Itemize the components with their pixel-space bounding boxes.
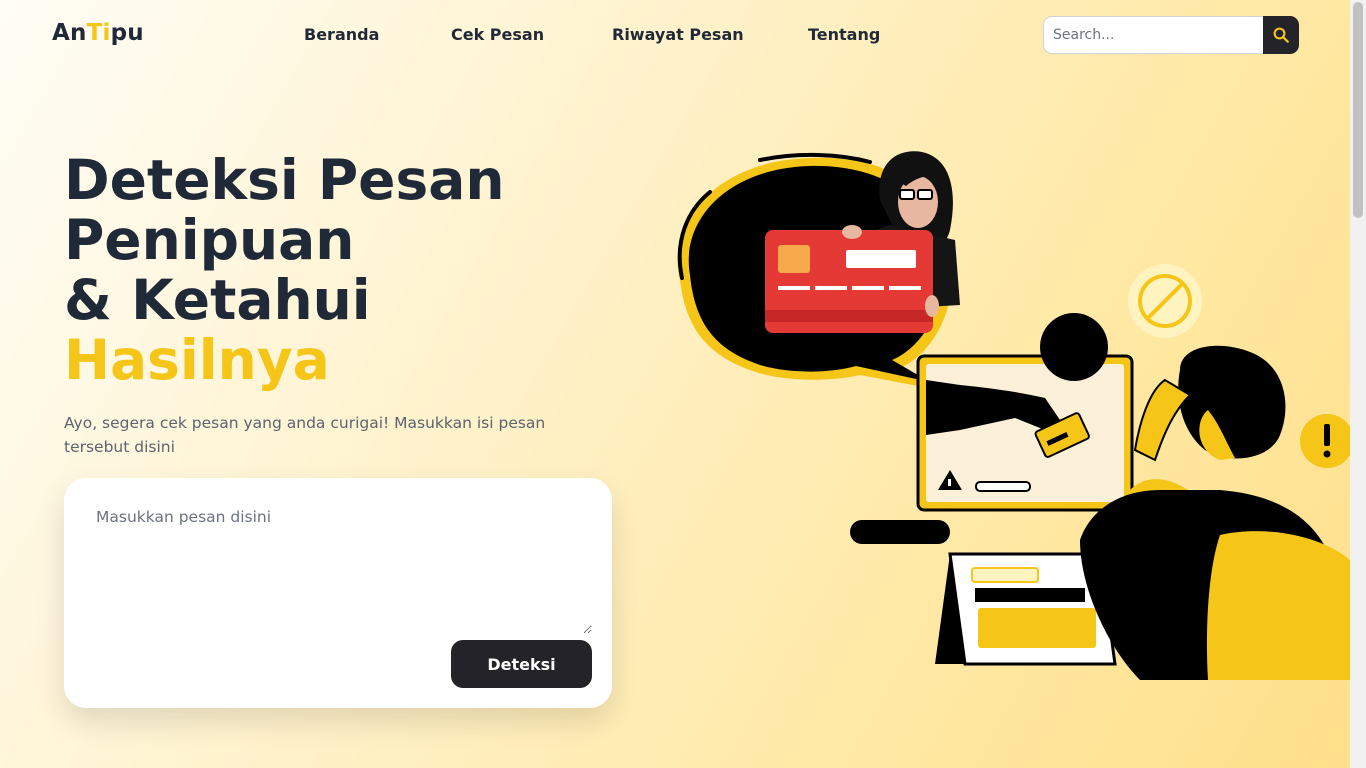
credit-card-icon xyxy=(765,225,939,333)
header: AnTipu Beranda Cek Pesan Riwayat Pesan T… xyxy=(0,0,1350,70)
hero-subtitle: Ayo, segera cek pesan yang anda curigai!… xyxy=(64,414,546,456)
brand-logo[interactable]: AnTipu xyxy=(52,20,144,46)
search-button[interactable] xyxy=(1263,16,1299,54)
nav-item-tentang[interactable]: Tentang xyxy=(808,25,880,44)
hero-title-line1: Deteksi Pesan xyxy=(64,148,505,212)
search-icon xyxy=(1273,27,1289,43)
fraud-illustration xyxy=(677,151,1350,680)
alert-icon xyxy=(1300,414,1350,468)
detect-button[interactable]: Deteksi xyxy=(451,640,592,688)
hero-title-highlight: Hasilnya xyxy=(64,328,330,392)
keyboard-bar xyxy=(850,520,950,544)
lamp-circle xyxy=(1040,313,1108,381)
brand-name-part3: pu xyxy=(110,20,144,46)
blocked-icon xyxy=(1128,264,1202,338)
nav-item-cek-pesan[interactable]: Cek Pesan xyxy=(451,25,544,44)
message-textarea[interactable] xyxy=(88,502,592,634)
monitor-icon xyxy=(916,354,1134,512)
hero-title: Deteksi Pesan Penipuan & Ketahui Hasilny… xyxy=(64,150,504,390)
scrollbar-thumb[interactable] xyxy=(1353,2,1363,218)
nav-item-beranda[interactable]: Beranda xyxy=(304,25,379,44)
nav-item-riwayat-pesan[interactable]: Riwayat Pesan xyxy=(612,25,744,44)
hero-title-line3: & Ketahui xyxy=(64,268,371,332)
search-input[interactable] xyxy=(1043,16,1264,54)
message-form-card: Deteksi xyxy=(64,478,612,708)
hero-title-line2: Penipuan xyxy=(64,208,355,272)
brand-name-accent: Ti xyxy=(86,20,111,46)
page-scrollbar[interactable] xyxy=(1350,0,1366,768)
brand-name-part1: An xyxy=(52,20,87,46)
search-bar xyxy=(1043,16,1299,54)
